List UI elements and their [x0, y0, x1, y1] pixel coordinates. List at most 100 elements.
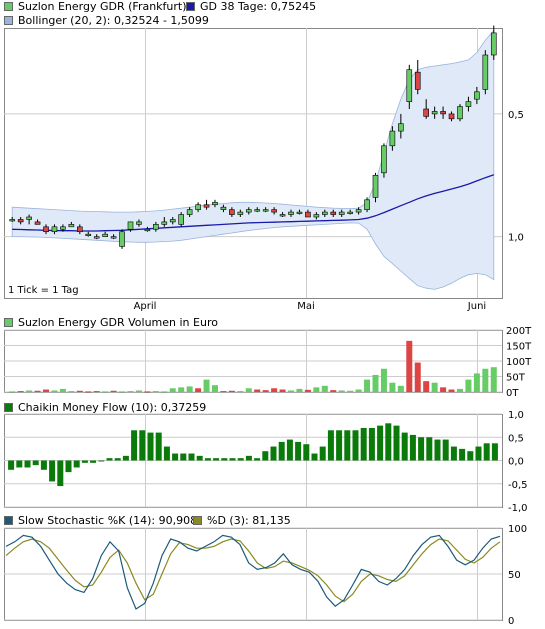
volume-bar: [313, 387, 320, 392]
cmf-bar: [16, 460, 23, 468]
candle-body: [398, 123, 404, 132]
candle-body: [136, 221, 142, 225]
cmf-bar: [106, 458, 113, 461]
volume-bar: [237, 391, 244, 393]
candle-body: [355, 209, 362, 213]
chart-canvas: 1,0 0,5 April Mai Juni 1 Tick = 1 Tag 200T 150T…: [4, 25, 532, 627]
candle-body: [237, 211, 244, 215]
volume-bar: [473, 373, 480, 392]
candle-body: [364, 199, 370, 210]
cmf-bar: [49, 460, 56, 482]
volume-bar: [169, 388, 176, 392]
volume-bar: [186, 386, 193, 392]
cmf-bar: [204, 458, 211, 461]
candle-body: [330, 211, 337, 215]
volume-bar: [271, 388, 278, 392]
cmf-bar: [40, 460, 47, 470]
cmf-bar: [377, 425, 384, 461]
cmf-bar: [352, 430, 359, 461]
volume-bar: [254, 389, 261, 392]
candle-body: [279, 214, 286, 217]
cmf-bar: [459, 448, 466, 461]
volume-bar: [355, 389, 362, 392]
x-tick-april: April: [134, 301, 157, 312]
candle-body: [102, 233, 108, 237]
volume-bar: [17, 391, 24, 393]
candle-body: [153, 224, 159, 230]
candle-body: [17, 219, 24, 223]
candle-body: [26, 216, 32, 220]
candle-body: [381, 145, 387, 174]
cmf-bar: [229, 458, 236, 461]
candle-body: [440, 111, 446, 115]
candle-body: [60, 226, 66, 230]
stoch-d-line: [5, 538, 501, 603]
candle-body: [85, 233, 92, 236]
cmf-bar: [311, 453, 318, 461]
volume-bar: [448, 389, 455, 392]
volume-y-tick: 100T: [506, 357, 532, 368]
candle-body: [51, 226, 58, 233]
cmf-bar: [98, 460, 105, 462]
volume-bar: [380, 368, 387, 392]
cmf-bar: [434, 439, 441, 461]
volume-bar: [178, 387, 185, 392]
candle-body: [347, 211, 353, 214]
cmf-bar: [409, 434, 416, 461]
volume-bar: [431, 382, 438, 392]
cmf-bar: [286, 439, 293, 461]
cmf-bar: [467, 451, 474, 461]
cmf-bar: [295, 441, 302, 461]
volume-bar: [338, 390, 345, 392]
cmf-bar: [24, 460, 31, 468]
volume-bar: [203, 379, 210, 392]
cmf-bar: [442, 439, 449, 461]
cmf-bar: [278, 441, 285, 461]
volume-bar: [110, 390, 117, 392]
cmf-bar: [221, 458, 228, 461]
volume-bar: [304, 389, 311, 392]
volume-bar: [372, 374, 379, 392]
cmf-bar: [360, 427, 367, 461]
cmf-y-tick: -1,0: [508, 503, 528, 514]
cmf-y-tick: 0,0: [508, 457, 524, 468]
candle-body: [178, 214, 184, 225]
candle-body: [34, 221, 41, 225]
candle-body: [288, 211, 294, 215]
candle-body: [43, 226, 49, 233]
bollinger-band: [11, 29, 495, 290]
candle-body: [169, 219, 176, 223]
volume-bar: [26, 390, 33, 392]
candle-body: [9, 219, 16, 222]
volume-y-tick: 150T: [506, 342, 532, 353]
cmf-bar: [57, 460, 64, 487]
candle-body: [372, 174, 379, 198]
volume-bar: [288, 390, 295, 392]
volume-bar: [152, 391, 159, 393]
volume-bar: [330, 390, 337, 392]
candle-body: [93, 236, 100, 239]
candle-body: [262, 209, 269, 212]
volume-bar: [296, 388, 303, 392]
candle-body: [271, 209, 277, 213]
candle-body: [119, 231, 125, 247]
x-tick-juni: Juni: [467, 301, 486, 312]
volume-bar: [9, 391, 16, 393]
candle-body: [313, 214, 320, 218]
stoch-y-tick: 100: [508, 524, 527, 535]
candle-body: [254, 209, 261, 212]
price-y-tick: 1,0: [508, 233, 524, 244]
cmf-bar: [385, 423, 392, 461]
candle-body: [423, 108, 429, 117]
candle-body: [195, 204, 201, 210]
candle-body: [229, 209, 235, 215]
volume-bar: [76, 390, 83, 392]
volume-bar: [440, 387, 447, 392]
candle-body: [144, 228, 151, 232]
volume-bar: [414, 362, 421, 392]
candle-body: [127, 221, 134, 230]
candle-body: [212, 201, 218, 206]
cmf-bar: [196, 455, 203, 461]
cmf-bar: [450, 446, 457, 461]
volume-bar: [93, 391, 100, 393]
